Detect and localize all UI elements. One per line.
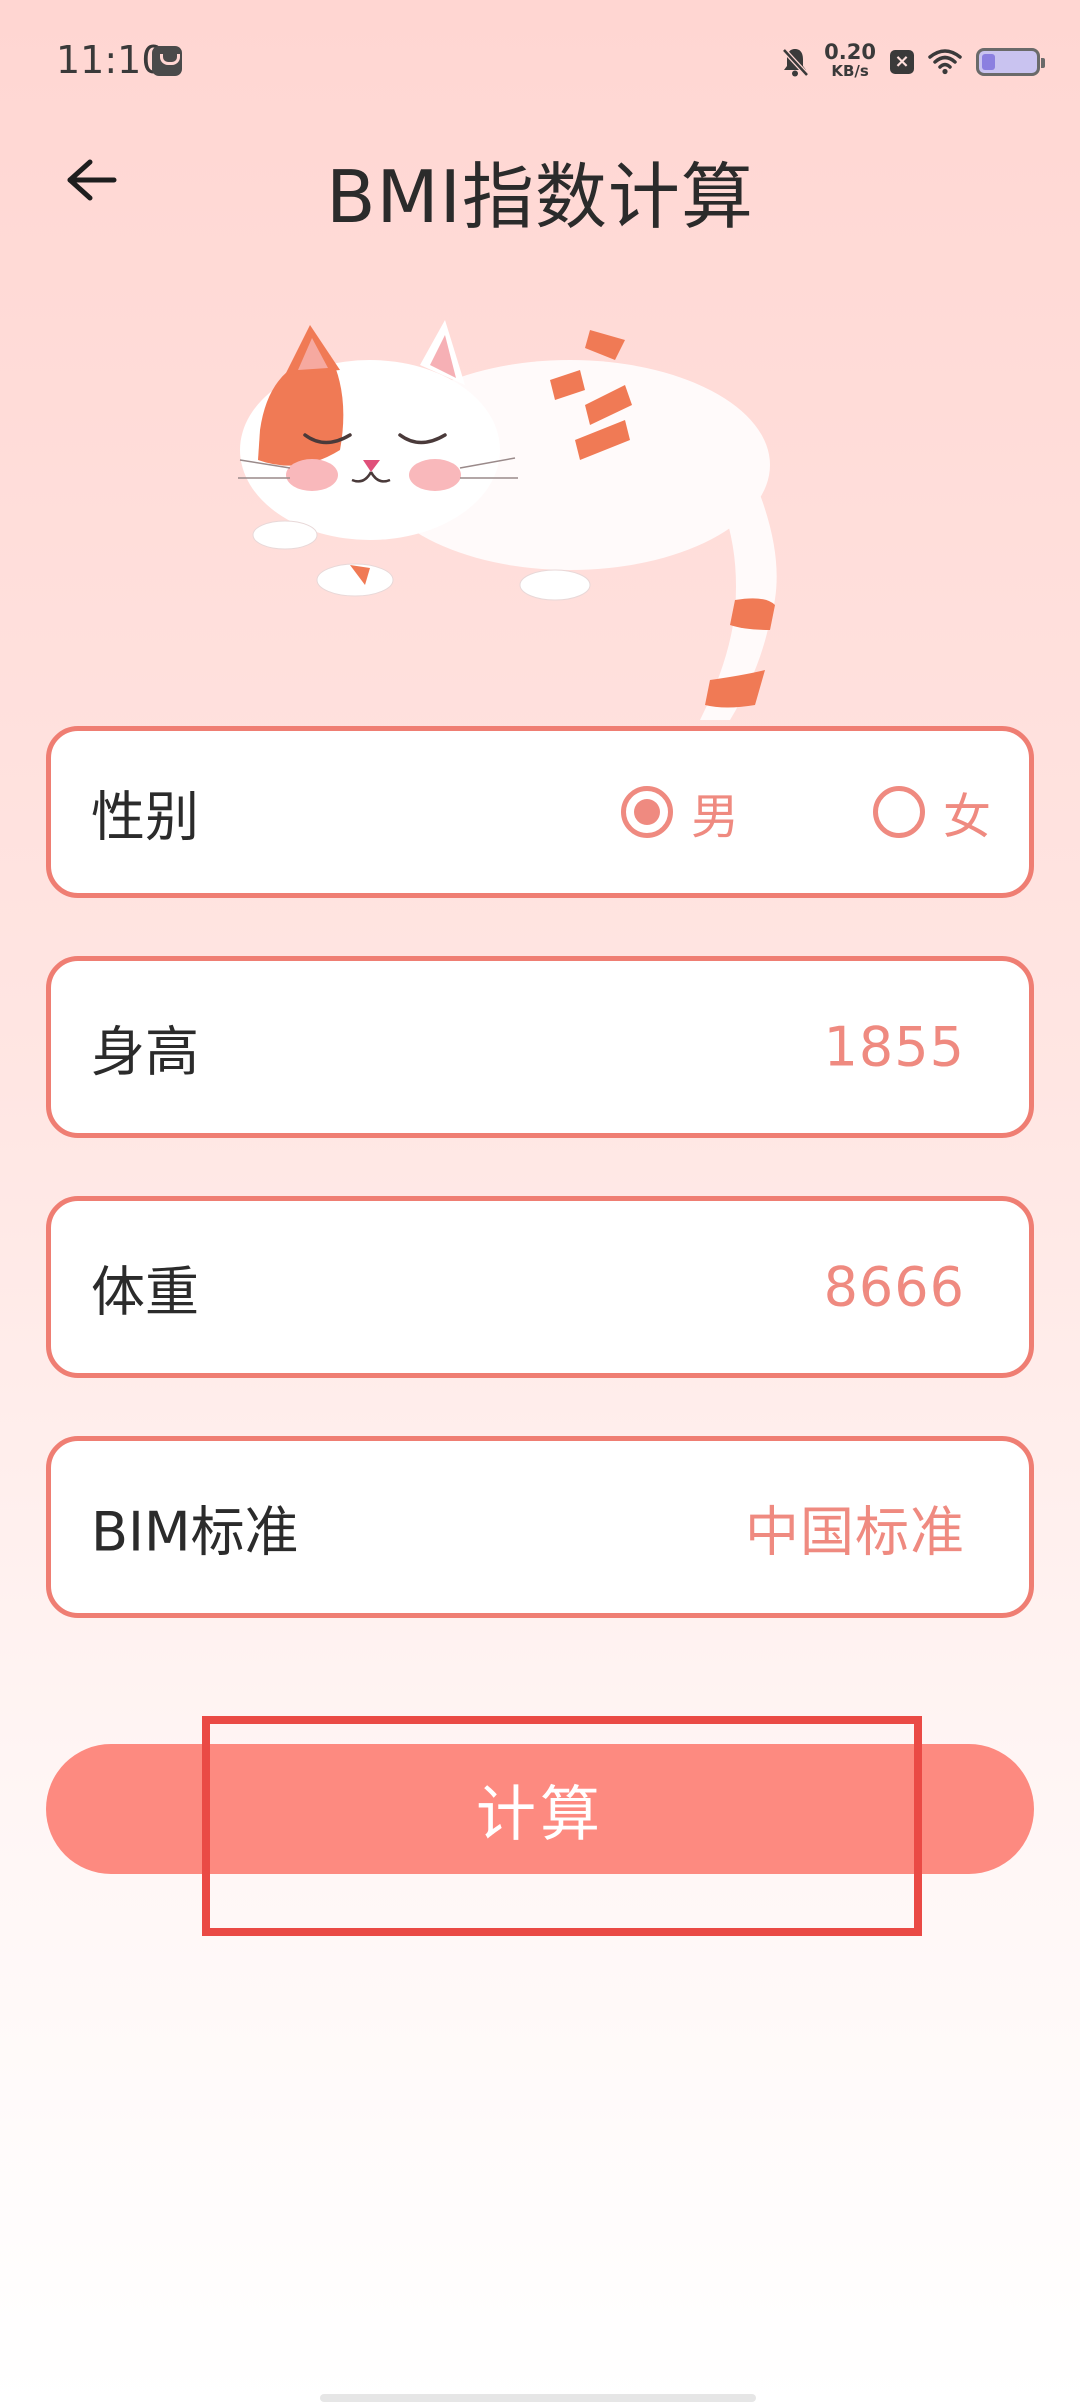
- status-bar: 11:10 0.20 KB/s ×: [0, 0, 1080, 120]
- gender-option-female[interactable]: 女: [873, 777, 991, 847]
- status-icons: 0.20 KB/s ×: [780, 40, 1045, 84]
- height-field[interactable]: 身高 1855: [46, 956, 1034, 1138]
- status-time: 11:10: [56, 38, 166, 82]
- gender-label: 性别: [91, 785, 199, 849]
- weight-field[interactable]: 体重 8666: [46, 1196, 1034, 1378]
- standard-label: BIM标准: [91, 1500, 299, 1564]
- home-indicator[interactable]: [320, 2394, 756, 2402]
- calculate-label: 计算: [476, 1780, 604, 1848]
- standard-value[interactable]: 中国标准: [745, 1488, 965, 1567]
- close-badge-icon: ×: [890, 50, 914, 74]
- bmi-standard-selector[interactable]: BIM标准 中国标准: [46, 1436, 1034, 1618]
- weight-label: 体重: [91, 1260, 199, 1324]
- page-title: BMI指数计算: [326, 155, 754, 239]
- height-label: 身高: [91, 1020, 199, 1084]
- gender-card: 性别 男 女: [46, 726, 1034, 898]
- radio-unchecked-icon: [873, 786, 925, 838]
- calculate-button[interactable]: 计算: [46, 1744, 1034, 1874]
- app-notification-icon: [152, 46, 182, 76]
- height-value[interactable]: 1855: [824, 1016, 965, 1079]
- network-unit: KB/s: [831, 62, 869, 80]
- battery-icon: [976, 48, 1045, 76]
- wifi-icon: [928, 49, 962, 75]
- gender-option-label: 男: [691, 789, 740, 845]
- sleeping-cat-illustration: [238, 320, 777, 720]
- network-rate: 0.20: [824, 40, 876, 64]
- gender-option-label: 女: [943, 789, 992, 845]
- gender-option-male[interactable]: 男: [621, 777, 739, 847]
- weight-value[interactable]: 8666: [824, 1256, 965, 1319]
- battery-fill: [982, 54, 995, 70]
- radio-checked-icon: [621, 786, 673, 838]
- bell-off-icon: [780, 46, 810, 78]
- network-speed: 0.20 KB/s: [824, 40, 876, 81]
